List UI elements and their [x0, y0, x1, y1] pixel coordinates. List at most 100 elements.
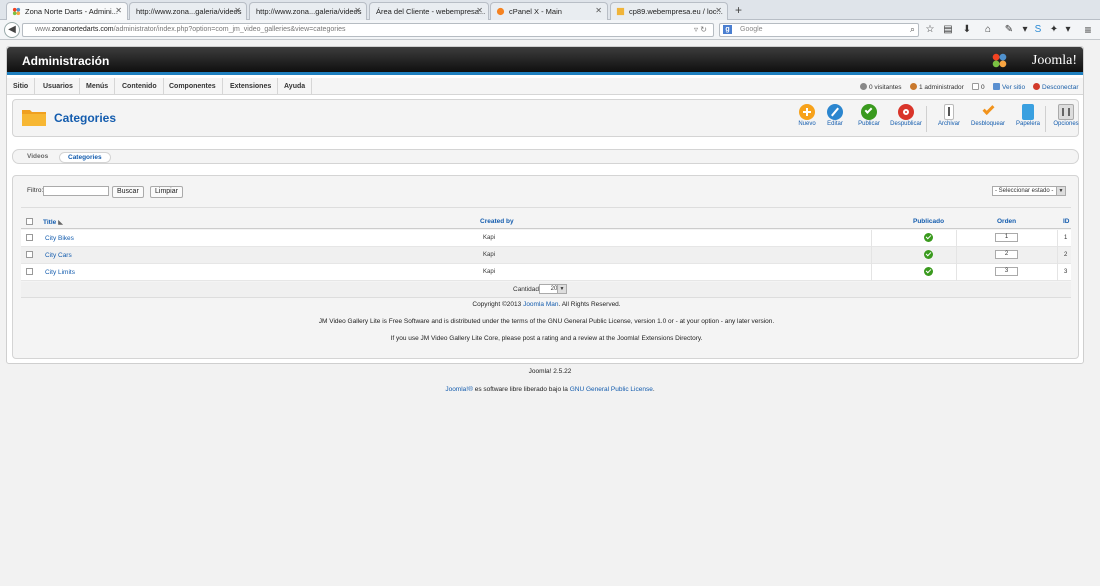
- order-input[interactable]: 2: [995, 250, 1018, 259]
- row-checkbox[interactable]: [26, 234, 33, 241]
- page-size-select[interactable]: 20 ▼: [539, 284, 567, 294]
- menu-item-extensiones[interactable]: Extensiones: [224, 78, 279, 95]
- browser-tab-gallery-1[interactable]: http://www.zona...galeria/videos ✕: [129, 2, 247, 20]
- search-icon[interactable]: ⌕: [910, 24, 915, 35]
- url-prefix: www.: [35, 26, 52, 33]
- gpl-link[interactable]: GNU General Public License: [570, 386, 653, 393]
- select-all-checkbox[interactable]: [26, 218, 33, 225]
- joomla-link[interactable]: Joomla!®: [445, 386, 473, 393]
- search-placeholder: Google: [740, 26, 763, 33]
- bookmarks-icon[interactable]: ▤: [941, 23, 955, 37]
- menu-icon[interactable]: ≡: [1081, 23, 1095, 37]
- dropdown-icon[interactable]: ▾: [1061, 23, 1075, 37]
- browser-tab-cpanel[interactable]: cPanel X - Main ✕: [490, 2, 608, 20]
- pagination-bar: Cantidad 20 ▼: [21, 282, 1071, 298]
- tab-videos[interactable]: Videos: [19, 152, 56, 163]
- category-title-link[interactable]: City Cars: [45, 252, 72, 259]
- back-button[interactable]: ◀: [4, 22, 20, 38]
- bookmark-star-icon[interactable]: ☆: [923, 23, 937, 37]
- addon-icon[interactable]: ✦: [1047, 23, 1061, 37]
- joomla-man-link[interactable]: Joomla Man: [523, 301, 558, 308]
- published-icon[interactable]: [924, 250, 933, 259]
- close-icon[interactable]: ✕: [595, 6, 602, 15]
- close-icon[interactable]: ✕: [354, 6, 361, 15]
- search-button[interactable]: Buscar: [112, 186, 144, 198]
- phpmyadmin-favicon: [616, 7, 625, 16]
- unpublish-button[interactable]: Despublicar: [888, 102, 924, 134]
- review-text: If you use JM Video Gallery Lite Core, p…: [390, 335, 703, 342]
- home-icon[interactable]: ⌂: [981, 23, 995, 37]
- options-button[interactable]: Opciones: [1048, 102, 1084, 134]
- column-published[interactable]: Publicado: [913, 218, 944, 225]
- category-title-link[interactable]: City Bikes: [45, 235, 74, 242]
- view-site-link[interactable]: Ver sitio: [993, 83, 1025, 91]
- menu-item-ayuda[interactable]: Ayuda: [278, 78, 313, 95]
- dropdown-icon[interactable]: ▾: [1018, 23, 1032, 37]
- published-icon[interactable]: [924, 233, 933, 242]
- clear-button[interactable]: Limpiar: [150, 186, 183, 198]
- archive-button[interactable]: Archivar: [931, 102, 967, 134]
- row-id: 1: [1064, 235, 1068, 241]
- tools-icon[interactable]: ✎: [1002, 23, 1016, 37]
- page-title: Categories: [54, 111, 117, 125]
- menu-item-componentes[interactable]: Componentes: [163, 78, 223, 95]
- url-host: zonanortedarts.com: [51, 26, 114, 33]
- close-icon[interactable]: ✕: [476, 6, 483, 15]
- visitors-status: 0 visitantes: [860, 83, 902, 91]
- new-tab-button[interactable]: +: [735, 3, 742, 17]
- categories-panel: Filtro: Buscar Limpiar - Seleccionar est…: [12, 175, 1079, 359]
- browser-tab-cliente[interactable]: Área del Cliente - webempresa... ✕: [369, 2, 489, 20]
- menu-item-sitio[interactable]: Sitio: [7, 78, 36, 95]
- trash-button[interactable]: Papelera: [1010, 102, 1046, 134]
- download-icon[interactable]: ⬇: [960, 23, 974, 37]
- order-input[interactable]: 3: [995, 267, 1018, 276]
- pager-label: Cantidad: [513, 286, 540, 293]
- column-title[interactable]: Title ◣: [43, 218, 63, 226]
- reload-icon[interactable]: ▿ ↻: [694, 25, 707, 34]
- browser-tab-gallery-2[interactable]: http://www.zona...galeria/videos ✕: [249, 2, 367, 20]
- column-created-by[interactable]: Created by: [480, 218, 514, 225]
- skype-icon[interactable]: S: [1031, 23, 1045, 37]
- table-row: City Bikes Kapi 1 1: [21, 230, 1071, 247]
- table-row: City Cars Kapi 2 2: [21, 247, 1071, 264]
- menu-item-contenido[interactable]: Contenido: [116, 78, 164, 95]
- table-header: Title ◣ Created by Publicado Orden ID: [21, 214, 1071, 229]
- browser-tab-phpmyadmin[interactable]: cp89.webempresa.eu / loc... ✕: [610, 2, 728, 20]
- tab-categories[interactable]: Categories: [59, 152, 111, 163]
- row-checkbox[interactable]: [26, 251, 33, 258]
- license-text: JM Video Gallery Lite is Free Software a…: [318, 318, 775, 325]
- chevron-down-icon: ▼: [557, 285, 566, 293]
- admins-status: 1 administrador: [910, 83, 964, 91]
- state-select[interactable]: - Seleccionar estado - ▼: [992, 186, 1066, 196]
- publish-button[interactable]: Publicar: [851, 102, 887, 134]
- close-icon[interactable]: ✕: [115, 6, 122, 15]
- joomla-logo-text: Joomla!: [1031, 53, 1077, 68]
- pencil-icon: [827, 104, 843, 120]
- browser-nav-bar: ◀ www.zonanortedarts.com/administrator/i…: [0, 20, 1100, 40]
- tab-title: http://www.zona...galeria/videos: [256, 7, 362, 16]
- edit-button[interactable]: Editar: [817, 102, 853, 134]
- column-order[interactable]: Orden: [997, 218, 1016, 225]
- url-bar[interactable]: www.zonanortedarts.com/administrator/ind…: [22, 23, 714, 37]
- browser-tab-admin[interactable]: Zona Norte Darts - Admini... ✕: [6, 2, 128, 20]
- close-icon[interactable]: ✕: [234, 6, 241, 15]
- filter-input[interactable]: [43, 186, 109, 196]
- footer-middle: es software libre liberado bajo la: [474, 386, 568, 393]
- options-label: Opciones: [1053, 121, 1079, 127]
- logout-link[interactable]: Desconectar: [1033, 83, 1079, 91]
- unlock-button[interactable]: Desbloquear: [970, 102, 1006, 134]
- row-checkbox[interactable]: [26, 268, 33, 275]
- edit-label: Editar: [827, 121, 843, 127]
- category-title-link[interactable]: City Limits: [45, 269, 75, 276]
- row-id: 3: [1064, 269, 1068, 275]
- menu-item-usuarios[interactable]: Usuarios: [37, 78, 80, 95]
- search-bar[interactable]: g Google ⌕: [719, 23, 919, 37]
- messages-status[interactable]: 0: [972, 83, 985, 91]
- menu-item-menus[interactable]: Menús: [80, 78, 116, 95]
- column-divider: [1057, 264, 1058, 281]
- column-id[interactable]: ID: [1063, 218, 1070, 225]
- joomla-logo: Joomla!: [991, 51, 1077, 71]
- close-icon[interactable]: ✕: [715, 6, 722, 15]
- published-icon[interactable]: [924, 267, 933, 276]
- order-input[interactable]: 1: [995, 233, 1018, 242]
